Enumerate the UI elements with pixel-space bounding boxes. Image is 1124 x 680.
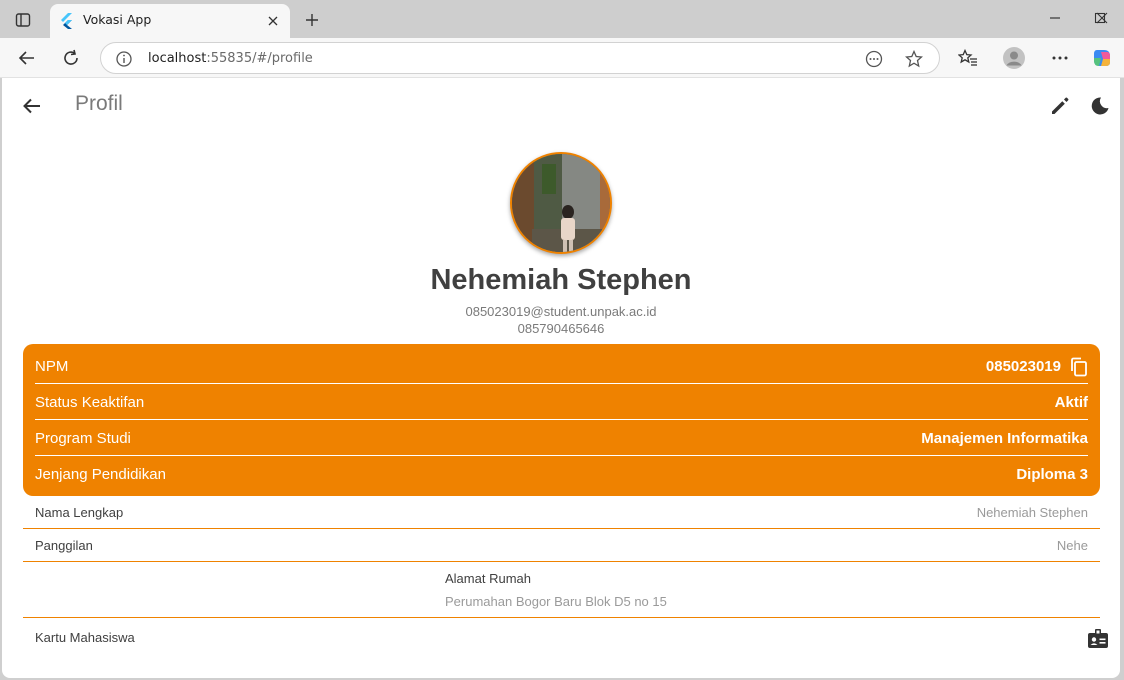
reader-mode-icon[interactable] bbox=[863, 48, 885, 70]
full-name-row: Nama Lengkap Nehemiah Stephen bbox=[23, 505, 1100, 529]
level-row: Jenjang Pendidikan Diploma 3 bbox=[35, 456, 1088, 492]
copilot-icon[interactable] bbox=[1089, 45, 1115, 71]
npm-row: NPM 085023019 bbox=[35, 348, 1088, 384]
dark-mode-toggle[interactable] bbox=[1086, 92, 1114, 120]
npm-label: NPM bbox=[35, 358, 69, 375]
tab-title: Vokasi App bbox=[83, 12, 152, 27]
profile-name: Nehemiah Stephen bbox=[430, 264, 692, 296]
nickname-label: Panggilan bbox=[35, 538, 93, 553]
url-text[interactable]: localhost:55835/#/profile bbox=[148, 51, 313, 66]
profile-phone: 085790465646 bbox=[517, 321, 605, 336]
browser-tab-active[interactable]: Vokasi App bbox=[50, 4, 290, 38]
profile-photo bbox=[512, 154, 610, 252]
student-card-row[interactable]: Kartu Mahasiswa bbox=[23, 630, 1100, 654]
nickname-value: Nehe bbox=[1056, 538, 1088, 553]
address-bar[interactable]: localhost:55835/#/profile bbox=[100, 42, 940, 74]
full-name-value: Nehemiah Stephen bbox=[976, 505, 1088, 520]
url-path: :55835/#/profile bbox=[206, 51, 313, 66]
program-value: Manajemen Informatika bbox=[921, 430, 1088, 447]
back-button[interactable] bbox=[18, 92, 46, 120]
row-divider bbox=[23, 561, 1100, 562]
student-card-label: Kartu Mahasiswa bbox=[35, 630, 135, 645]
npm-value: 085023019 bbox=[985, 358, 1061, 375]
academic-info-card: NPM 085023019 Status Keaktifan Aktif Pro… bbox=[23, 344, 1100, 496]
edit-button[interactable] bbox=[1046, 92, 1074, 120]
level-label: Jenjang Pendidikan bbox=[35, 466, 166, 483]
nickname-row: Panggilan Nehe bbox=[23, 538, 1100, 562]
app-viewport: Profil Nehemiah Stephen 085023019@studen… bbox=[2, 78, 1120, 678]
status-label: Status Keaktifan bbox=[35, 394, 145, 411]
address-value: Perumahan Bogor Baru Blok D5 no 15 bbox=[445, 594, 667, 609]
profile-avatar[interactable] bbox=[510, 152, 612, 254]
program-label: Program Studi bbox=[35, 430, 131, 447]
site-info-icon[interactable] bbox=[115, 50, 133, 68]
copy-icon[interactable] bbox=[1070, 357, 1088, 377]
row-divider bbox=[23, 528, 1100, 529]
favorite-star-icon[interactable] bbox=[903, 48, 925, 70]
more-menu-icon[interactable] bbox=[1047, 45, 1073, 71]
browser-toolbar: localhost:55835/#/profile bbox=[0, 38, 1124, 78]
full-name-label: Nama Lengkap bbox=[35, 505, 124, 520]
level-value: Diploma 3 bbox=[1016, 466, 1088, 483]
page-title: Profil bbox=[75, 92, 123, 115]
tab-close-icon[interactable] bbox=[264, 12, 282, 30]
row-divider bbox=[23, 617, 1100, 618]
favorites-list-icon[interactable] bbox=[955, 45, 981, 71]
browser-tabstrip: Vokasi App bbox=[0, 0, 1124, 38]
flutter-favicon-icon bbox=[60, 13, 76, 29]
window-close-icon[interactable] bbox=[1088, 6, 1116, 30]
app-bar: Profil bbox=[2, 78, 1120, 134]
tab-actions-icon[interactable] bbox=[9, 8, 37, 32]
reload-icon[interactable] bbox=[58, 45, 84, 71]
profile-avatar-icon[interactable] bbox=[1001, 45, 1027, 71]
status-value: Aktif bbox=[1054, 394, 1088, 411]
back-nav-icon[interactable] bbox=[14, 45, 40, 71]
id-card-icon[interactable] bbox=[1087, 628, 1109, 650]
program-row: Program Studi Manajemen Informatika bbox=[35, 420, 1088, 456]
new-tab-icon[interactable] bbox=[300, 8, 324, 32]
profile-email: 085023019@student.unpak.ac.id bbox=[465, 304, 657, 319]
minimize-shadow bbox=[1041, 6, 1069, 30]
url-host: localhost bbox=[148, 51, 207, 66]
address-label: Alamat Rumah bbox=[445, 571, 531, 586]
status-row: Status Keaktifan Aktif bbox=[35, 384, 1088, 420]
